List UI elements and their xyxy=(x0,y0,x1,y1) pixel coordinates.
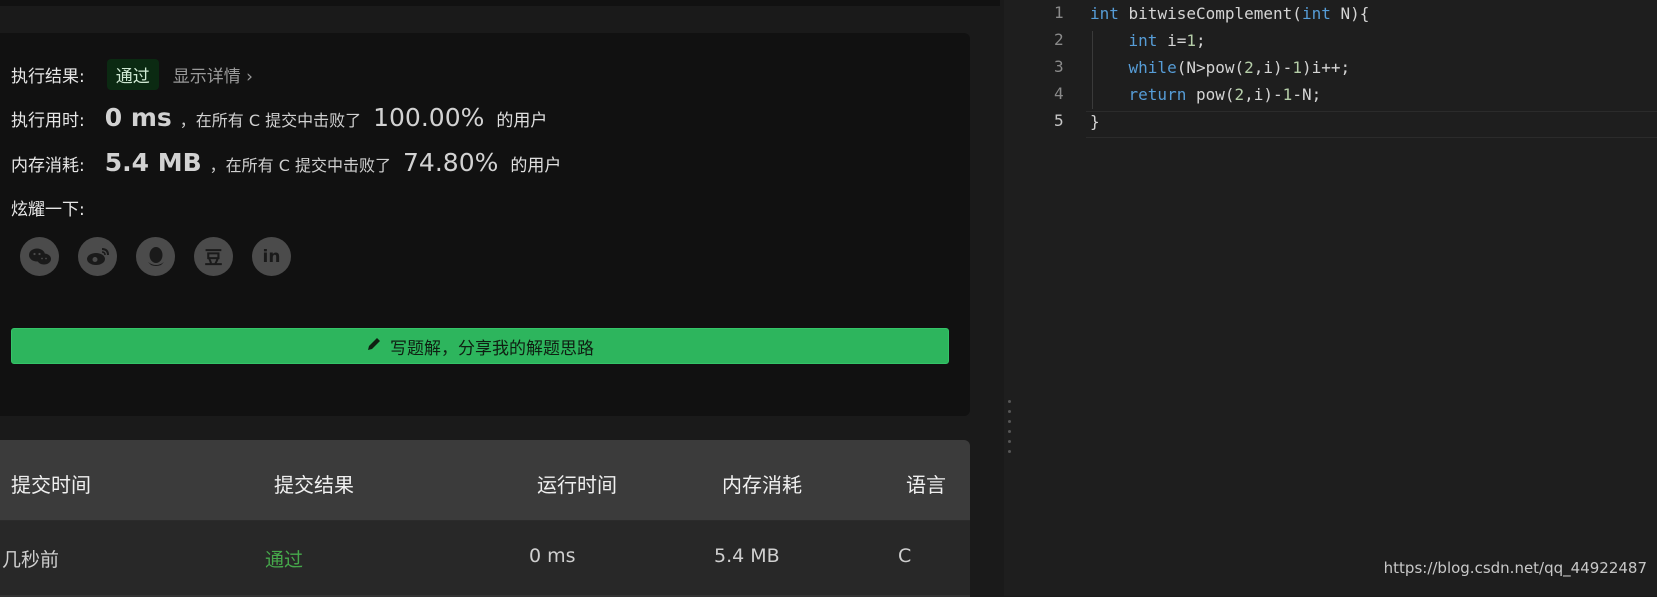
share-label: 炫耀一下: xyxy=(11,200,85,220)
pencil-icon xyxy=(366,336,382,356)
memory-beat-text: ，在所有 C 提交中击败了 xyxy=(209,156,392,175)
line-number: 5 xyxy=(1054,111,1064,130)
memory-percent: 74.80% xyxy=(403,148,499,177)
code-line-2[interactable]: int i=1; xyxy=(1090,27,1206,54)
row-submit-time: 几秒前 xyxy=(2,549,60,571)
qq-icon[interactable] xyxy=(136,237,175,276)
line-number: 2 xyxy=(1054,30,1064,49)
status-badge: 通过 xyxy=(106,59,159,90)
submissions-table: 提交时间 提交结果 运行时间 内存消耗 语言 几秒前 通过 0 ms 5.4 M… xyxy=(0,440,970,597)
line-number: 4 xyxy=(1054,84,1064,103)
submission-panel: 执行结果: 通过 显示详情 › 执行用时: 0 ms ，在所有 C 提交中击败了… xyxy=(0,0,1000,597)
code-line-3[interactable]: while(N>pow(2,i)-1)i++; xyxy=(1090,54,1351,81)
current-line-highlight xyxy=(1086,111,1657,138)
memory-row: 内存消耗: 5.4 MB ，在所有 C 提交中击败了 74.80% 的用户 xyxy=(11,148,561,177)
row-language: C xyxy=(898,545,912,567)
header-submit-time: 提交时间 xyxy=(11,473,91,497)
runtime-label: 执行用时: xyxy=(11,111,85,131)
header-submit-result: 提交结果 xyxy=(274,473,354,497)
share-row-label: 炫耀一下: xyxy=(11,195,85,220)
table-row[interactable]: 几秒前 通过 0 ms 5.4 MB C xyxy=(0,520,970,597)
runtime-percent: 100.00% xyxy=(373,103,485,132)
header-memory: 内存消耗 xyxy=(722,473,802,497)
code-editor[interactable]: 1 2 3 4 5 int bitwiseComplement(int N){ … xyxy=(1016,0,1657,596)
runtime-users: 的用户 xyxy=(496,111,548,131)
line-number: 1 xyxy=(1054,3,1064,22)
header-language: 语言 xyxy=(906,473,946,497)
wechat-icon[interactable] xyxy=(20,237,59,276)
share-icons: 豆 in xyxy=(20,237,291,276)
panel-resize-handle[interactable] xyxy=(1004,0,1016,596)
memory-users: 的用户 xyxy=(510,156,562,176)
top-strip xyxy=(0,0,1000,6)
write-solution-button[interactable]: 写题解，分享我的解题思路 xyxy=(11,328,949,364)
code-line-4[interactable]: return pow(2,i)-1-N; xyxy=(1090,81,1322,108)
row-memory: 5.4 MB xyxy=(714,545,780,567)
memory-value: 5.4 MB xyxy=(104,148,202,177)
row-submit-result[interactable]: 通过 xyxy=(265,545,303,572)
code-line-1[interactable]: int bitwiseComplement(int N){ xyxy=(1090,0,1369,27)
result-label: 执行结果: xyxy=(11,67,85,87)
drag-handle-icon xyxy=(1008,400,1011,453)
table-header: 提交时间 提交结果 运行时间 内存消耗 语言 xyxy=(0,440,970,520)
runtime-row: 执行用时: 0 ms ，在所有 C 提交中击败了 100.00% 的用户 xyxy=(11,103,547,132)
row-runtime: 0 ms xyxy=(529,545,576,567)
memory-label: 内存消耗: xyxy=(11,156,85,176)
weibo-icon[interactable] xyxy=(78,237,117,276)
linkedin-icon[interactable]: in xyxy=(252,237,291,276)
write-solution-label: 写题解，分享我的解题思路 xyxy=(390,338,594,359)
douban-icon[interactable]: 豆 xyxy=(194,237,233,276)
header-runtime: 运行时间 xyxy=(537,473,617,497)
runtime-beat-text: ，在所有 C 提交中击败了 xyxy=(179,111,362,130)
runtime-value: 0 ms xyxy=(104,103,172,132)
result-row: 执行结果: 通过 显示详情 › xyxy=(11,59,253,90)
code-line-5[interactable]: } xyxy=(1090,108,1100,135)
line-number: 3 xyxy=(1054,57,1064,76)
watermark: https://blog.csdn.net/qq_44922487 xyxy=(1383,559,1647,577)
show-details-link[interactable]: 显示详情 › xyxy=(173,62,253,87)
